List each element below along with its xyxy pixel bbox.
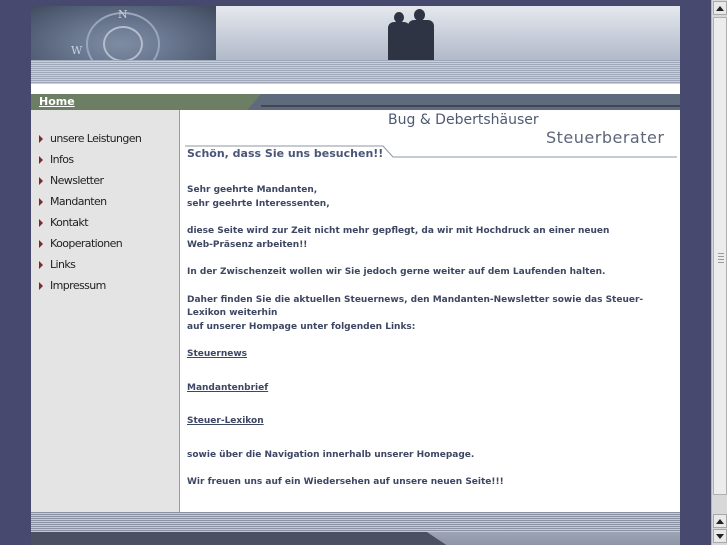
scroll-up-button[interactable] — [713, 1, 727, 15]
scroll-up-button-bottom[interactable] — [713, 514, 727, 528]
brand-name: Bug & Debertshäuser — [388, 112, 539, 128]
update-paragraph: In der Zwischenzeit wollen wir Sie jedoc… — [187, 267, 606, 277]
sidebar-item-impressum[interactable]: Impressum — [39, 275, 141, 296]
top-nav-bar: Home — [31, 94, 680, 110]
footer-stripes — [31, 512, 680, 532]
scroll-down-button[interactable] — [713, 529, 727, 543]
page-container: N W E S Home unsere Leistungen Infos New… — [31, 6, 680, 545]
body-text: Sehr geehrte Mandanten, sehr geehrte Int… — [187, 184, 672, 504]
compass-letter-w: W — [71, 44, 83, 57]
notice-paragraph: diese Seite wird zur Zeit nicht mehr gep… — [187, 226, 610, 250]
sidebar-item-kontakt[interactable]: Kontakt — [39, 212, 141, 233]
arrow-up-icon — [716, 5, 724, 11]
sidebar-item-links[interactable]: Links — [39, 254, 141, 275]
vertical-scrollbar[interactable] — [711, 0, 727, 545]
sidebar-item-mandanten[interactable]: Mandanten — [39, 191, 141, 212]
sidebar-item-newsletter[interactable]: Newsletter — [39, 170, 141, 191]
steuernews-link[interactable]: Steuernews — [187, 349, 247, 359]
greeting-paragraph: Sehr geehrte Mandanten, sehr geehrte Int… — [187, 185, 330, 209]
arrow-right-icon — [39, 176, 43, 185]
main-content: Bug & Debertshäuser Steuerberater Schön,… — [180, 110, 680, 512]
sidebar-menu: unsere Leistungen Infos Newsletter Manda… — [39, 128, 142, 296]
arrow-right-icon — [39, 239, 43, 248]
arrow-right-icon — [39, 197, 43, 206]
welcome-heading: Schön, dass Sie uns besuchen!! — [187, 147, 384, 160]
header-banner: N W E S — [31, 6, 680, 84]
grip-icon — [718, 253, 724, 263]
compass-letter-n: N — [118, 8, 128, 21]
scrollbar-thumb[interactable] — [713, 17, 727, 495]
footer-dark-band — [31, 532, 447, 545]
banner-stripes — [31, 60, 680, 84]
sidebar-item-leistungen[interactable]: unsere Leistungen — [39, 128, 142, 149]
sidebar-item-infos[interactable]: Infos — [39, 149, 141, 170]
home-link[interactable]: Home — [39, 94, 75, 110]
arrow-up-icon — [716, 518, 724, 524]
arrow-down-icon — [716, 533, 724, 539]
arrow-right-icon — [39, 134, 43, 143]
steuer-lexikon-link[interactable]: Steuer-Lexikon — [187, 416, 264, 426]
links-intro-paragraph: Daher finden Sie die aktuellen Steuernew… — [187, 294, 644, 332]
arrow-right-icon — [39, 281, 43, 290]
mandantenbrief-link[interactable]: Mandantenbrief — [187, 383, 268, 393]
sidebar: unsere Leistungen Infos Newsletter Manda… — [31, 110, 180, 512]
arrow-right-icon — [39, 155, 43, 164]
sidebar-item-kooperationen[interactable]: Kooperationen — [39, 233, 141, 254]
nav-divider-line — [261, 105, 680, 107]
closing-paragraph: Wir freuen uns auf ein Wiedersehen auf u… — [187, 477, 504, 487]
footer-bar — [31, 512, 680, 545]
navigation-paragraph: sowie über die Navigation innerhalb unse… — [187, 449, 475, 460]
arrow-right-icon — [39, 218, 43, 227]
arrow-right-icon — [39, 260, 43, 269]
